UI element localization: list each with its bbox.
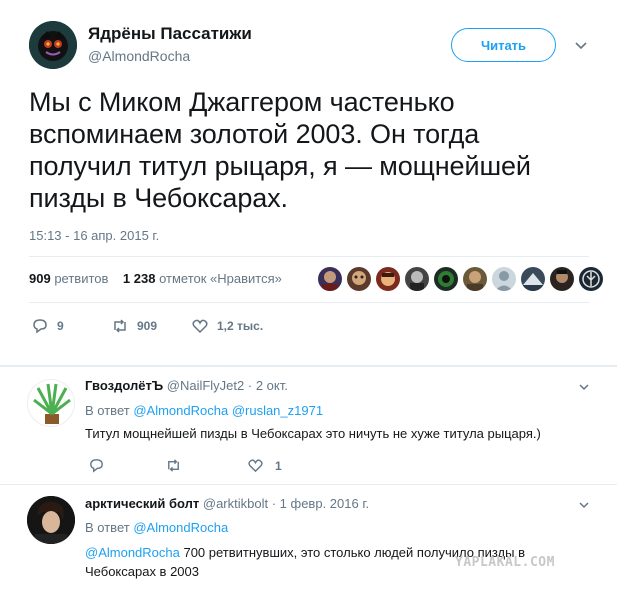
reply-date[interactable]: · 1 февр. 2016 г. [272,496,369,511]
heart-icon [192,319,208,334]
reply-author-name[interactable]: арктический болт [85,496,199,511]
reply-count: 9 [57,319,64,333]
retweets-count[interactable]: 909 [29,271,51,286]
reply-to-line: В ответ @AlmondRocha @ruslan_z1971 [85,403,323,418]
reply-button[interactable]: 9 [31,317,64,335]
reply-to-label: В ответ [85,520,130,535]
follow-button[interactable]: Читать [451,28,556,62]
reply-avatar[interactable] [27,496,75,544]
like-button[interactable]: 1,2 тыс. [191,317,263,335]
liker-avatar[interactable] [405,267,429,291]
reply-avatar[interactable] [27,379,75,427]
liker-avatar[interactable] [434,267,458,291]
likes-label[interactable]: отметок «Нравится» [159,271,282,286]
reply-author-handle[interactable]: @arktikbolt [203,496,268,511]
reply-author[interactable]: ГвоздолётЪ @NailFlyJet2 · 2 окт. [85,378,288,393]
likes-count[interactable]: 1 238 [123,271,156,286]
author-name[interactable]: Ядрёны Пассатижи [88,24,252,44]
divider [0,484,617,485]
reply-author-name[interactable]: ГвоздолётЪ [85,378,163,393]
retweet-icon [114,319,126,333]
reply-to-label: В ответ [85,403,130,418]
tweet-actions: 9 909 1,2 тыс. [29,317,309,337]
liker-avatar[interactable] [463,267,487,291]
retweet-button[interactable]: 909 [111,317,157,335]
reply-actions: 1 [86,457,306,475]
author-avatar[interactable] [29,21,77,69]
reply-to-link[interactable]: @ruslan_z1971 [232,403,323,418]
liker-avatar[interactable] [492,267,516,291]
liker-avatar[interactable] [347,267,371,291]
liker-avatar[interactable] [318,267,342,291]
liker-avatars [318,267,608,291]
author-handle[interactable]: @AlmondRocha [88,48,190,64]
reply-like-count: 1 [275,459,282,473]
heart-icon[interactable] [247,457,264,474]
divider [29,256,589,257]
tweet-timestamp[interactable]: 15:13 - 16 апр. 2015 г. [29,228,159,243]
reply-date[interactable]: · 2 окт. [248,378,288,393]
liker-avatar[interactable] [376,267,400,291]
chevron-down-icon[interactable] [574,38,588,52]
chevron-down-icon[interactable] [578,381,590,393]
watermark: YAPLAKAL.COM [455,555,555,570]
liker-avatar[interactable] [579,267,603,291]
divider [29,302,589,303]
reply-icon [33,319,47,334]
retweets-label[interactable]: ретвитов [54,271,108,286]
liker-avatar[interactable] [550,267,574,291]
tweet-stats: 909 ретвитов 1 238 отметок «Нравится» [29,271,282,286]
like-count: 1,2 тыс. [217,319,264,333]
section-separator [0,365,617,367]
reply-to-line: В ответ @AlmondRocha [85,520,228,535]
reply-author[interactable]: арктический болт @arktikbolt · 1 февр. 2… [85,496,369,511]
mention-link[interactable]: @AlmondRocha [85,545,180,560]
reply-to-link[interactable]: @AlmondRocha [133,403,228,418]
reply-icon[interactable] [88,457,105,474]
liker-avatar[interactable] [521,267,545,291]
reply-author-handle[interactable]: @NailFlyJet2 [167,378,245,393]
reply-to-link[interactable]: @AlmondRocha [133,520,228,535]
retweet-count: 909 [137,319,158,333]
reply-text: Титул мощнейшей пизды в Чебоксарах это н… [85,426,541,441]
retweet-icon[interactable] [165,457,182,474]
chevron-down-icon[interactable] [578,499,590,511]
tweet-text: Мы с Миком Джаггером частенько вспоминае… [29,87,531,213]
